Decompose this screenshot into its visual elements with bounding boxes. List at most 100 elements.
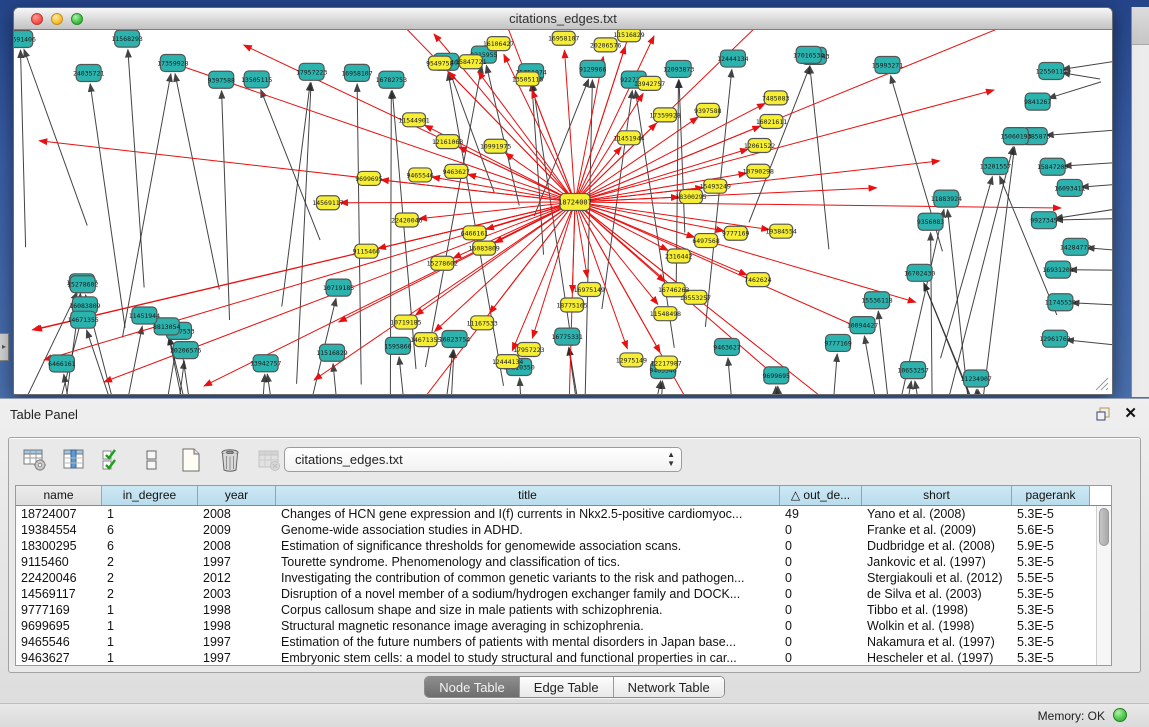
citation-edge[interactable] bbox=[16, 292, 77, 394]
cell-title[interactable]: Disruption of a novel member of a sodium… bbox=[276, 586, 780, 602]
table-row[interactable]: 1830029562008Estimation of significance … bbox=[16, 538, 1111, 554]
citation-edge[interactable] bbox=[1062, 58, 1112, 69]
table-selector-dropdown[interactable]: citations_edges.txt ▲▼ bbox=[284, 447, 682, 472]
citation-edge[interactable] bbox=[810, 66, 829, 250]
cell-in_degree[interactable]: 1 bbox=[102, 506, 198, 522]
table-mode-button[interactable] bbox=[21, 446, 49, 474]
cell-in_degree[interactable]: 2 bbox=[102, 570, 198, 586]
cell-name[interactable]: 18300295 bbox=[16, 538, 102, 554]
tab-network-table[interactable]: Network Table bbox=[614, 677, 724, 697]
table-row[interactable]: 2242004622012Investigating the contribut… bbox=[16, 570, 1111, 586]
cell-pagerank[interactable]: 5.9E-5 bbox=[1012, 538, 1090, 554]
cell-name[interactable]: 9699695 bbox=[16, 618, 102, 634]
column-header-pagerank[interactable]: pagerank bbox=[1012, 486, 1090, 505]
cell-name[interactable]: 18724007 bbox=[16, 506, 102, 522]
cell-year[interactable]: 1997 bbox=[198, 650, 276, 666]
cell-in_degree[interactable]: 2 bbox=[102, 586, 198, 602]
table-row[interactable]: 946554611997Estimation of the future num… bbox=[16, 634, 1111, 650]
new-column-button[interactable] bbox=[177, 446, 205, 474]
table-row[interactable]: 911546021997Tourette syndrome. Phenomeno… bbox=[16, 554, 1111, 570]
cell-out_degree[interactable]: 0 bbox=[780, 602, 862, 618]
table-row[interactable]: 946362711997Embryonic stem cells: a mode… bbox=[16, 650, 1111, 666]
citation-edge[interactable] bbox=[128, 50, 144, 288]
cell-year[interactable]: 2008 bbox=[198, 506, 276, 522]
cell-year[interactable]: 2012 bbox=[198, 570, 276, 586]
cell-title[interactable]: Structural magnetic resonance image aver… bbox=[276, 618, 780, 634]
cell-pagerank[interactable]: 5.3E-5 bbox=[1012, 506, 1090, 522]
cell-name[interactable]: 9777169 bbox=[16, 602, 102, 618]
float-panel-icon[interactable] bbox=[1095, 406, 1111, 422]
cell-out_degree[interactable]: 0 bbox=[780, 634, 862, 650]
cell-name[interactable]: 9463627 bbox=[16, 650, 102, 666]
citation-edge[interactable] bbox=[569, 347, 597, 394]
citation-edge[interactable] bbox=[261, 90, 320, 240]
table-row[interactable]: 1938455462009Genome-wide association stu… bbox=[16, 522, 1111, 538]
cell-pagerank[interactable]: 5.3E-5 bbox=[1012, 586, 1090, 602]
memory-ok-icon[interactable] bbox=[1113, 708, 1127, 722]
citation-edge[interactable] bbox=[520, 378, 533, 394]
cell-short[interactable]: Yano et al. (2008) bbox=[862, 506, 1012, 522]
citation-edge[interactable] bbox=[175, 74, 219, 290]
delete-entries-button[interactable] bbox=[216, 446, 244, 474]
citation-edge[interactable] bbox=[1055, 218, 1112, 220]
resize-grip-icon[interactable] bbox=[1095, 377, 1109, 391]
column-header-out_degree[interactable]: △ out_de... bbox=[780, 486, 862, 505]
cell-short[interactable]: Nakamura et al. (1997) bbox=[862, 634, 1012, 650]
cell-title[interactable]: Changes of HCN gene expression and I(f) … bbox=[276, 506, 780, 522]
cell-title[interactable]: Corpus callosum shape and size in male p… bbox=[276, 602, 780, 618]
citation-edge[interactable] bbox=[244, 374, 265, 394]
unselect-all-button[interactable] bbox=[138, 446, 166, 474]
citation-edge[interactable] bbox=[1071, 303, 1112, 307]
cell-title[interactable]: Embryonic stem cells: a model to study s… bbox=[276, 650, 780, 666]
citation-edge[interactable] bbox=[978, 389, 1026, 394]
cell-year[interactable]: 1998 bbox=[198, 618, 276, 634]
cell-title[interactable]: Estimation of the future numbers of pati… bbox=[276, 634, 780, 650]
network-graph[interactable]: 2069140624035721115682931735992893975881… bbox=[14, 30, 1112, 394]
window-titlebar[interactable]: citations_edges.txt bbox=[14, 8, 1112, 30]
citation-edge[interactable] bbox=[122, 74, 170, 338]
column-header-in_degree[interactable]: in_degree bbox=[102, 486, 198, 505]
tab-node-table[interactable]: Node Table bbox=[425, 677, 520, 697]
citation-edge[interactable] bbox=[113, 326, 143, 394]
citation-edge[interactable] bbox=[948, 210, 975, 394]
vertical-scrollbar[interactable] bbox=[1096, 506, 1111, 665]
cell-pagerank[interactable]: 5.3E-5 bbox=[1012, 602, 1090, 618]
citation-edge-outgoing[interactable] bbox=[575, 202, 916, 302]
cell-pagerank[interactable]: 5.6E-5 bbox=[1012, 522, 1090, 538]
citation-edge[interactable] bbox=[878, 311, 895, 394]
citation-edge[interactable] bbox=[1069, 270, 1112, 271]
delete-table-button[interactable] bbox=[255, 446, 283, 474]
column-header-year[interactable]: year bbox=[198, 486, 276, 505]
citation-edge[interactable] bbox=[357, 84, 361, 385]
show-columns-button[interactable] bbox=[60, 446, 88, 474]
network-canvas[interactable]: 2069140624035721115682931735992893975881… bbox=[14, 30, 1112, 394]
citation-edge-outgoing[interactable] bbox=[478, 71, 575, 202]
citation-edge[interactable] bbox=[399, 357, 426, 394]
cell-short[interactable]: Jankovic et al. (1997) bbox=[862, 554, 1012, 570]
citation-edge-outgoing[interactable] bbox=[432, 177, 575, 202]
cell-name[interactable]: 9115460 bbox=[16, 554, 102, 570]
cell-short[interactable]: Franke et al. (2009) bbox=[862, 522, 1012, 538]
citation-edge[interactable] bbox=[875, 381, 912, 394]
cell-pagerank[interactable]: 5.3E-5 bbox=[1012, 634, 1090, 650]
citation-edge[interactable] bbox=[90, 84, 125, 328]
cell-short[interactable]: Tibbo et al. (1998) bbox=[862, 602, 1012, 618]
table-row[interactable]: 1872400712008Changes of HCN gene express… bbox=[16, 506, 1111, 522]
cell-in_degree[interactable]: 1 bbox=[102, 602, 198, 618]
cell-out_degree[interactable]: 0 bbox=[780, 554, 862, 570]
citation-edge[interactable] bbox=[778, 386, 806, 394]
table-row[interactable]: 977716911998Corpus callosum shape and si… bbox=[16, 602, 1111, 618]
citation-edge[interactable] bbox=[1055, 205, 1112, 219]
cell-year[interactable]: 1998 bbox=[198, 602, 276, 618]
cell-short[interactable]: Stergiakouli et al. (2012) bbox=[862, 570, 1012, 586]
cell-out_degree[interactable]: 0 bbox=[780, 618, 862, 634]
cell-year[interactable]: 2003 bbox=[198, 586, 276, 602]
cell-out_degree[interactable]: 0 bbox=[780, 650, 862, 666]
cell-year[interactable]: 2009 bbox=[198, 522, 276, 538]
citation-edge[interactable] bbox=[1046, 129, 1112, 136]
citation-edge-outgoing[interactable] bbox=[340, 202, 575, 203]
tab-edge-table[interactable]: Edge Table bbox=[520, 677, 614, 697]
cell-short[interactable]: de Silva et al. (2003) bbox=[862, 586, 1012, 602]
citation-edge-outgoing[interactable] bbox=[575, 202, 627, 349]
citation-edge[interactable] bbox=[812, 354, 837, 394]
